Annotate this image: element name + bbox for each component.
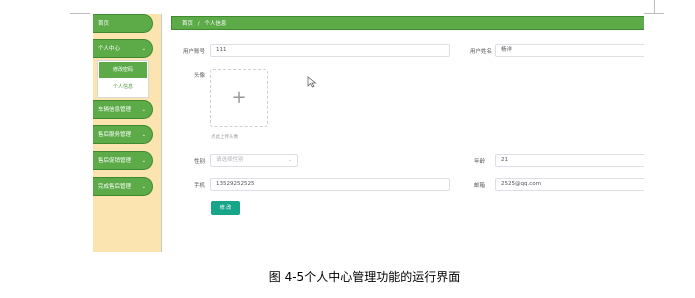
- breadcrumb-separator: /: [197, 21, 200, 27]
- sidebar-item-after-sales-promotion[interactable]: 售后促销管理 ⌄: [93, 151, 153, 170]
- chevron-down-icon: ⌄: [141, 107, 146, 113]
- sidebar-item-completed-after-sales[interactable]: 完成售后管理 ⌄: [93, 177, 153, 196]
- email-label: 邮箱: [473, 183, 485, 189]
- sidebar-item-label: 完成售后管理: [98, 184, 132, 190]
- account-field[interactable]: 111: [210, 44, 450, 57]
- age-field[interactable]: 21: [495, 154, 644, 167]
- sidebar-item-vehicle-info[interactable]: 车辆信息管理 ⌄: [93, 100, 153, 119]
- sidebar-submenu: 修改密码 个人信息: [97, 60, 149, 98]
- phone-label: 手机: [193, 183, 205, 189]
- chevron-down-icon: ⌄: [141, 132, 146, 138]
- name-label: 用户姓名: [469, 49, 492, 55]
- plus-icon: +: [231, 87, 247, 108]
- chevron-down-icon: ⌄: [141, 184, 146, 190]
- breadcrumb-current: 个人信息: [204, 21, 227, 27]
- submit-button[interactable]: 修 改: [211, 201, 240, 215]
- sidebar-item-home[interactable]: 首页: [93, 14, 153, 33]
- page-corner-mark-vertical: [654, 0, 655, 13]
- sidebar-item-after-sales-service[interactable]: 售后服务管理 ⌄: [93, 125, 153, 144]
- page-corner-mark-right: [644, 13, 664, 14]
- page-corner-mark-left: [70, 13, 90, 14]
- avatar-upload-box[interactable]: +: [210, 69, 268, 127]
- gender-select[interactable]: 请选择性别 ⌄: [210, 154, 298, 167]
- submenu-item-personal-info[interactable]: 个人信息: [99, 79, 147, 95]
- figure-caption: 图 4-5个人中心管理功能的运行界面: [268, 270, 461, 284]
- chevron-down-icon: ⌄: [141, 158, 146, 164]
- sidebar-item-label: 售后促销管理: [98, 158, 132, 164]
- sidebar-item-label: 首页: [98, 21, 110, 27]
- name-field[interactable]: 杨洋: [495, 44, 644, 57]
- gender-label: 性别: [193, 159, 205, 165]
- sidebar: 首页 个人中心 ⌄ 修改密码 个人信息 车辆信息管理 ⌄ 售后服务管理 ⌄ 售后…: [93, 14, 162, 252]
- gender-select-placeholder: 请选择性别: [216, 157, 244, 163]
- submenu-item-change-password[interactable]: 修改密码: [99, 62, 147, 78]
- phone-field[interactable]: 13529252525: [210, 178, 450, 191]
- chevron-down-icon: ⌄: [141, 46, 146, 52]
- app-screenshot: 首页 个人中心 ⌄ 修改密码 个人信息 车辆信息管理 ⌄ 售后服务管理 ⌄ 售后…: [93, 14, 644, 252]
- breadcrumb: 首页 / 个人信息: [171, 16, 644, 30]
- main-content: 首页 / 个人信息 用户账号 111 用户姓名 杨洋 头像 + 点此上传头像 性…: [162, 14, 644, 252]
- sidebar-item-label: 售后服务管理: [98, 132, 132, 138]
- upload-hint: 点此上传头像: [211, 135, 238, 140]
- mouse-cursor-icon: [307, 76, 317, 88]
- chevron-down-icon: ⌄: [287, 157, 292, 163]
- sidebar-item-label: 个人中心: [98, 46, 121, 52]
- avatar-label: 头像: [193, 73, 205, 79]
- age-label: 年龄: [473, 159, 485, 165]
- sidebar-item-personal-center[interactable]: 个人中心 ⌄: [93, 39, 153, 58]
- sidebar-item-label: 车辆信息管理: [98, 107, 132, 113]
- breadcrumb-home[interactable]: 首页: [182, 21, 193, 27]
- email-field[interactable]: 2525@qq.com: [495, 178, 644, 191]
- account-label: 用户账号: [182, 49, 205, 55]
